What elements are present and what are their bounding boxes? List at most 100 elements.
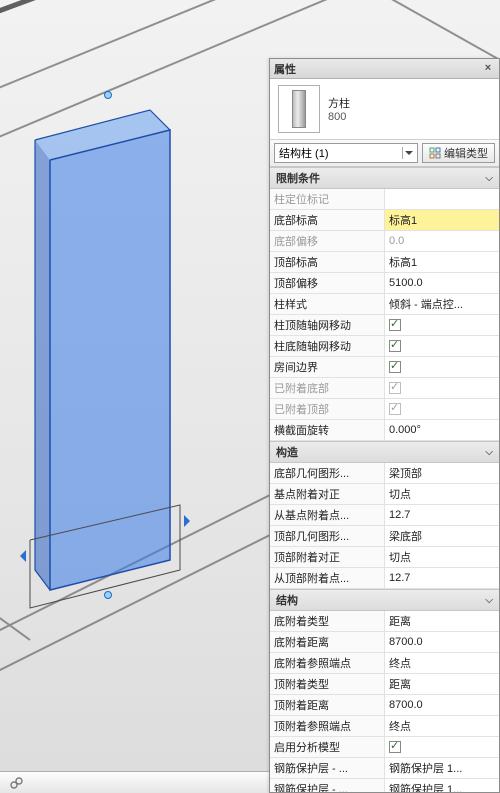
property-row[interactable]: 钢筋保护层 - ...钢筋保护层 1... (270, 779, 499, 793)
property-name: 底部偏移 (270, 231, 385, 252)
property-value[interactable] (385, 336, 500, 357)
property-value[interactable]: 钢筋保护层 1... (385, 779, 500, 793)
property-row[interactable]: 从顶部附着点...12.7 (270, 568, 499, 589)
group-title: 限制条件 (276, 170, 320, 186)
type-thumbnail (278, 85, 320, 133)
panel-titlebar[interactable]: 属性 × (270, 59, 499, 79)
property-name: 顶部偏移 (270, 273, 385, 294)
property-name: 基点附着对正 (270, 484, 385, 505)
link-icon (8, 775, 24, 791)
property-name: 底部几何图形... (270, 463, 385, 484)
property-value[interactable]: 5100.0 (385, 273, 500, 294)
property-value[interactable] (385, 737, 500, 758)
property-row[interactable]: 顶附着参照端点终点 (270, 716, 499, 737)
close-icon[interactable]: × (481, 62, 495, 76)
property-value[interactable]: 8700.0 (385, 695, 500, 716)
property-name: 顶附着参照端点 (270, 716, 385, 737)
property-name: 底附着类型 (270, 611, 385, 632)
property-row[interactable]: 基点附着对正切点 (270, 484, 499, 505)
property-value[interactable]: 标高1 (385, 252, 500, 273)
property-value[interactable]: 12.7 (385, 505, 500, 526)
property-row[interactable]: 底部偏移0.0 (270, 231, 499, 252)
instance-selector[interactable]: 结构柱 (1) (274, 143, 418, 163)
group-header[interactable]: 构造⌵ (270, 441, 499, 463)
property-row[interactable]: 房间边界 (270, 357, 499, 378)
group-title: 结构 (276, 592, 298, 608)
property-value[interactable]: 切点 (385, 484, 500, 505)
property-row[interactable]: 已附着底部 (270, 378, 499, 399)
expand-icon: ⌵ (485, 173, 493, 184)
property-value[interactable]: 标高1 (385, 210, 500, 231)
property-row[interactable]: 已附着顶部 (270, 399, 499, 420)
property-name: 柱样式 (270, 294, 385, 315)
property-value[interactable]: 8700.0 (385, 632, 500, 653)
property-name: 顶部附着对正 (270, 547, 385, 568)
checkbox (389, 382, 401, 394)
property-row[interactable]: 钢筋保护层 - ...钢筋保护层 1... (270, 758, 499, 779)
property-name: 底附着距离 (270, 632, 385, 653)
property-value[interactable]: 终点 (385, 653, 500, 674)
property-row[interactable]: 底附着参照端点终点 (270, 653, 499, 674)
property-value[interactable]: 距离 (385, 611, 500, 632)
property-name: 横截面旋转 (270, 420, 385, 441)
property-value[interactable]: 距离 (385, 674, 500, 695)
property-row[interactable]: 顶部偏移5100.0 (270, 273, 499, 294)
checkbox[interactable] (389, 319, 401, 331)
property-name: 底部标高 (270, 210, 385, 231)
property-row[interactable]: 顶部几何图形...梁底部 (270, 526, 499, 547)
group-header[interactable]: 结构 ⌵ (270, 589, 499, 611)
type-name: 方柱 (328, 95, 350, 111)
expand-icon: ⌵ (485, 595, 493, 606)
edit-type-button[interactable]: 编辑类型 (422, 143, 495, 163)
property-row[interactable]: 底部几何图形...梁顶部 (270, 463, 499, 484)
property-name: 底附着参照端点 (270, 653, 385, 674)
property-value[interactable]: 梁底部 (385, 526, 500, 547)
instance-selector-row: 结构柱 (1) 编辑类型 (270, 140, 499, 167)
property-value (385, 399, 500, 420)
checkbox[interactable] (389, 340, 401, 352)
property-row[interactable]: 柱定位标记 (270, 189, 499, 210)
instance-selector-text: 结构柱 (1) (279, 145, 329, 161)
property-value[interactable]: 梁顶部 (385, 463, 500, 484)
property-row[interactable]: 底附着距离8700.0 (270, 632, 499, 653)
property-value[interactable] (385, 357, 500, 378)
property-row[interactable]: 柱样式倾斜 - 端点控... (270, 294, 499, 315)
property-value (385, 189, 500, 210)
chevron-down-icon (402, 147, 414, 159)
property-value[interactable] (385, 315, 500, 336)
property-row[interactable]: 启用分析模型 (270, 737, 499, 758)
checkbox[interactable] (389, 741, 401, 753)
property-value[interactable]: 倾斜 - 端点控... (385, 294, 500, 315)
property-name: 柱定位标记 (270, 189, 385, 210)
property-name: 钢筋保护层 - ... (270, 758, 385, 779)
property-row[interactable]: 顶部附着对正切点 (270, 547, 499, 568)
property-row[interactable]: 顶部标高标高1 (270, 252, 499, 273)
checkbox[interactable] (389, 361, 401, 373)
group-header[interactable]: 限制条件 ⌵ (270, 167, 499, 189)
property-value[interactable]: 12.7 (385, 568, 500, 589)
property-row[interactable]: 从基点附着点...12.7 (270, 505, 499, 526)
edit-type-icon (429, 147, 441, 159)
property-name: 启用分析模型 (270, 737, 385, 758)
property-value[interactable]: 终点 (385, 716, 500, 737)
property-value[interactable]: 0.000° (385, 420, 500, 441)
property-value[interactable]: 钢筋保护层 1... (385, 758, 500, 779)
expand-icon: ⌵ (485, 447, 493, 458)
property-name: 柱底随轴网移动 (270, 336, 385, 357)
edit-type-label: 编辑类型 (444, 145, 488, 161)
property-name: 顶部标高 (270, 252, 385, 273)
property-name: 顶部几何图形... (270, 526, 385, 547)
property-row[interactable]: 横截面旋转0.000° (270, 420, 499, 441)
property-name: 钢筋保护层 - ... (270, 779, 385, 793)
property-row[interactable]: 顶附着类型距离 (270, 674, 499, 695)
properties-list[interactable]: 限制条件⌵柱定位标记底部标高标高1底部偏移0.0顶部标高标高1顶部偏移5100.… (270, 167, 499, 792)
property-row[interactable]: 顶附着距离8700.0 (270, 695, 499, 716)
property-row[interactable]: 柱底随轴网移动 (270, 336, 499, 357)
property-row[interactable]: 柱顶随轴网移动 (270, 315, 499, 336)
type-selector-row[interactable]: 方柱 800 (270, 79, 499, 140)
property-value[interactable]: 切点 (385, 547, 500, 568)
property-row[interactable]: 底附着类型距离 (270, 611, 499, 632)
property-name: 已附着顶部 (270, 399, 385, 420)
property-row[interactable]: 底部标高标高1 (270, 210, 499, 231)
column-icon (292, 90, 306, 128)
